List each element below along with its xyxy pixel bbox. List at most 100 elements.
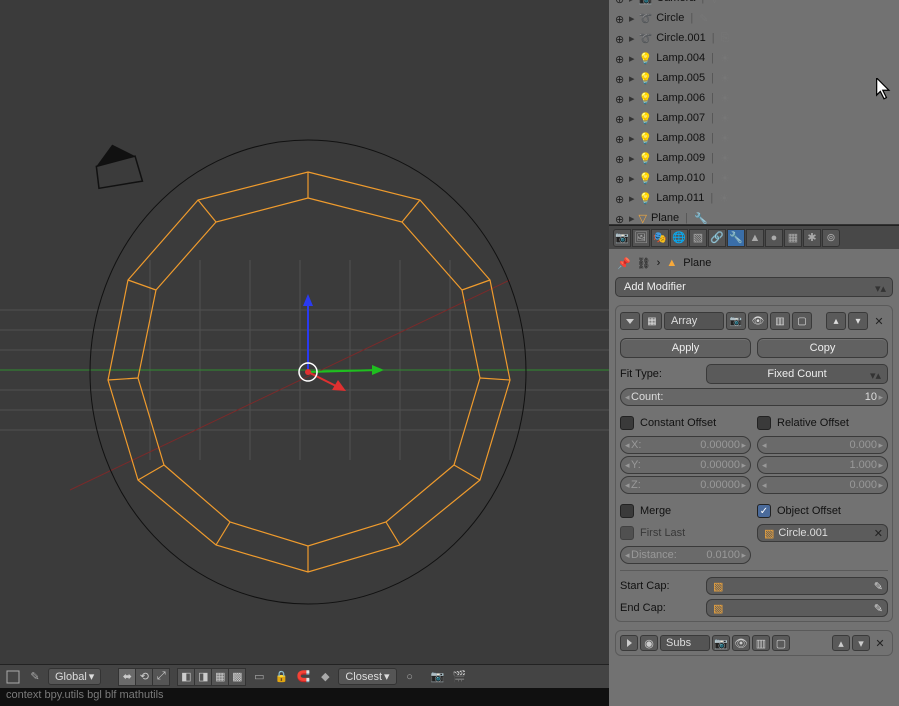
- tab-world-icon[interactable]: 🌐: [670, 229, 688, 247]
- outliner-data-icon[interactable]: ▽: [710, 0, 718, 5]
- add-modifier-dropdown[interactable]: Add Modifier ▾▴: [615, 277, 893, 297]
- collapse-toggle-icon[interactable]: [620, 312, 640, 330]
- outliner-data-icon[interactable]: ☀: [720, 52, 730, 65]
- expand-icon[interactable]: ⊕: [615, 93, 625, 103]
- lock-camera-icon[interactable]: 🔒: [272, 668, 290, 686]
- delete-modifier-icon[interactable]: ✕: [870, 312, 888, 330]
- cage-visibility-icon[interactable]: ▢: [772, 635, 790, 651]
- edit-mode-visibility-icon[interactable]: ▥: [752, 635, 770, 651]
- disclosure-icon[interactable]: ▸: [629, 132, 635, 145]
- outliner-row[interactable]: ⊕▸▽Plane|🔧: [609, 208, 899, 225]
- expand-icon[interactable]: ⊕: [615, 33, 625, 43]
- expand-icon[interactable]: ⊕: [615, 113, 625, 123]
- tab-render-icon[interactable]: 📷: [613, 229, 631, 247]
- tab-modifiers-icon[interactable]: 🔧: [727, 229, 745, 247]
- expand-icon[interactable]: ⊕: [615, 73, 625, 83]
- disclosure-icon[interactable]: ▸: [629, 112, 635, 125]
- expand-icon[interactable]: ⊕: [615, 213, 625, 223]
- outliner-row[interactable]: ⊕▸💡Lamp.007|☀: [609, 108, 899, 128]
- viewport-visibility-icon[interactable]: 👁: [748, 312, 768, 330]
- move-up-icon[interactable]: ▴: [826, 312, 846, 330]
- outliner-row[interactable]: ⊕▸💡Lamp.009|☀: [609, 148, 899, 168]
- move-down-icon[interactable]: ▾: [848, 312, 868, 330]
- expand-icon[interactable]: ⊕: [615, 153, 625, 163]
- fit-type-dropdown[interactable]: Fixed Count ▾▴: [706, 364, 888, 384]
- expand-icon[interactable]: ⊕: [615, 193, 625, 203]
- tab-object-icon[interactable]: ▧: [689, 229, 707, 247]
- render-anim-icon[interactable]: 🎬: [451, 668, 469, 686]
- viewport-visibility-icon[interactable]: 👁: [732, 635, 750, 651]
- expand-icon[interactable]: ⊕: [615, 0, 625, 3]
- rel-offset-y[interactable]: ◂1.000▸: [757, 456, 888, 474]
- snap-target-dropdown[interactable]: Closest▾: [338, 668, 396, 685]
- outliner-data-icon[interactable]: ☀: [720, 112, 730, 125]
- python-console[interactable]: context bpy.utils bgl blf mathutils: [0, 688, 609, 706]
- outliner-data-icon[interactable]: ☀: [720, 152, 730, 165]
- tab-particles-icon[interactable]: ✱: [803, 229, 821, 247]
- render-visibility-icon[interactable]: 📷: [712, 635, 730, 651]
- disclosure-icon[interactable]: ▸: [629, 52, 635, 65]
- editor-type-icon[interactable]: [4, 668, 22, 686]
- outliner-row[interactable]: ⊕▸➰Circle.001|⎘: [609, 28, 899, 48]
- expand-icon[interactable]: ⊕: [615, 13, 625, 23]
- merge-checkbox[interactable]: [620, 504, 634, 518]
- expand-toggle-icon[interactable]: [620, 635, 638, 651]
- tab-scene-icon[interactable]: 🎭: [651, 229, 669, 247]
- render-preview-icon[interactable]: 📷: [429, 668, 447, 686]
- tab-physics-icon[interactable]: ⊚: [822, 229, 840, 247]
- start-cap-field[interactable]: ▧ ✎: [706, 577, 888, 595]
- outliner-data-icon[interactable]: ⎘: [721, 32, 730, 45]
- outliner-row[interactable]: ⊕▸💡Lamp.010|☀: [609, 168, 899, 188]
- const-offset-z[interactable]: ◂Z:0.00000▸: [620, 476, 751, 494]
- expand-icon[interactable]: ⊕: [615, 133, 625, 143]
- const-offset-y[interactable]: ◂Y:0.00000▸: [620, 456, 751, 474]
- outliner-data-icon[interactable]: ☀: [720, 72, 730, 85]
- relative-offset-checkbox[interactable]: [757, 416, 771, 430]
- tab-material-icon[interactable]: ●: [765, 229, 783, 247]
- render-visibility-icon[interactable]: 📷: [726, 312, 746, 330]
- disclosure-icon[interactable]: ▸: [629, 12, 635, 25]
- end-cap-field[interactable]: ▧ ✎: [706, 599, 888, 617]
- disclosure-icon[interactable]: ▸: [629, 152, 635, 165]
- const-offset-x[interactable]: ◂X:0.00000▸: [620, 436, 751, 454]
- disclosure-icon[interactable]: ▸: [629, 192, 635, 205]
- tab-constraints-icon[interactable]: 🔗: [708, 229, 726, 247]
- outliner-data-icon[interactable]: ☀: [720, 132, 730, 145]
- orientation-dropdown[interactable]: Global▾: [48, 668, 101, 685]
- pin-icon[interactable]: 📌: [617, 257, 631, 270]
- snap-element-icon[interactable]: ◆: [316, 668, 334, 686]
- object-offset-target-field[interactable]: ▧ Circle.001 ✕: [757, 524, 888, 542]
- outliner-row[interactable]: ⊕▸➰Circle|✎: [609, 8, 899, 28]
- edit-mode-visibility-icon[interactable]: ▥: [770, 312, 790, 330]
- move-up-icon[interactable]: ▴: [832, 635, 850, 651]
- delete-modifier-icon[interactable]: ✕: [872, 637, 888, 650]
- outliner-row[interactable]: ⊕▸💡Lamp.006|☀: [609, 88, 899, 108]
- rel-offset-x[interactable]: ◂0.000▸: [757, 436, 888, 454]
- layers-icon[interactable]: ▭: [250, 668, 268, 686]
- tab-texture-icon[interactable]: ▦: [784, 229, 802, 247]
- copy-button[interactable]: Copy: [757, 338, 888, 358]
- object-offset-checkbox[interactable]: [757, 504, 771, 518]
- cage-visibility-icon[interactable]: ▢: [792, 312, 812, 330]
- three-d-viewport[interactable]: [0, 0, 609, 664]
- disclosure-icon[interactable]: ▸: [629, 32, 635, 45]
- outliner-data-icon[interactable]: ✎: [699, 12, 708, 25]
- outliner-data-icon[interactable]: ☀: [720, 92, 730, 105]
- outliner-row[interactable]: ⊕▸💡Lamp.004|☀: [609, 48, 899, 68]
- outliner-data-icon[interactable]: ☀: [720, 172, 730, 185]
- snap-toggle-icon[interactable]: 🧲: [294, 668, 312, 686]
- modifier-name-field[interactable]: Subs: [660, 635, 710, 651]
- expand-icon[interactable]: ⊕: [615, 173, 625, 183]
- rel-offset-z[interactable]: ◂0.000▸: [757, 476, 888, 494]
- outliner-row[interactable]: ⊕▸💡Lamp.011|☀: [609, 188, 899, 208]
- disclosure-icon[interactable]: ▸: [629, 0, 635, 5]
- outliner-data-icon[interactable]: 🔧: [694, 212, 708, 225]
- mode-icon[interactable]: ✎: [26, 668, 44, 686]
- disclosure-icon[interactable]: ▸: [629, 72, 635, 85]
- transform-manipulator-toggle[interactable]: ⬌⟲⤢: [119, 668, 170, 686]
- outliner-row[interactable]: ⊕▸📷Camera|▽: [609, 0, 899, 8]
- count-field[interactable]: ◂ Count: 10 ▸: [620, 388, 888, 406]
- clear-icon[interactable]: ✕: [874, 527, 883, 540]
- apply-button[interactable]: Apply: [620, 338, 751, 358]
- move-down-icon[interactable]: ▾: [852, 635, 870, 651]
